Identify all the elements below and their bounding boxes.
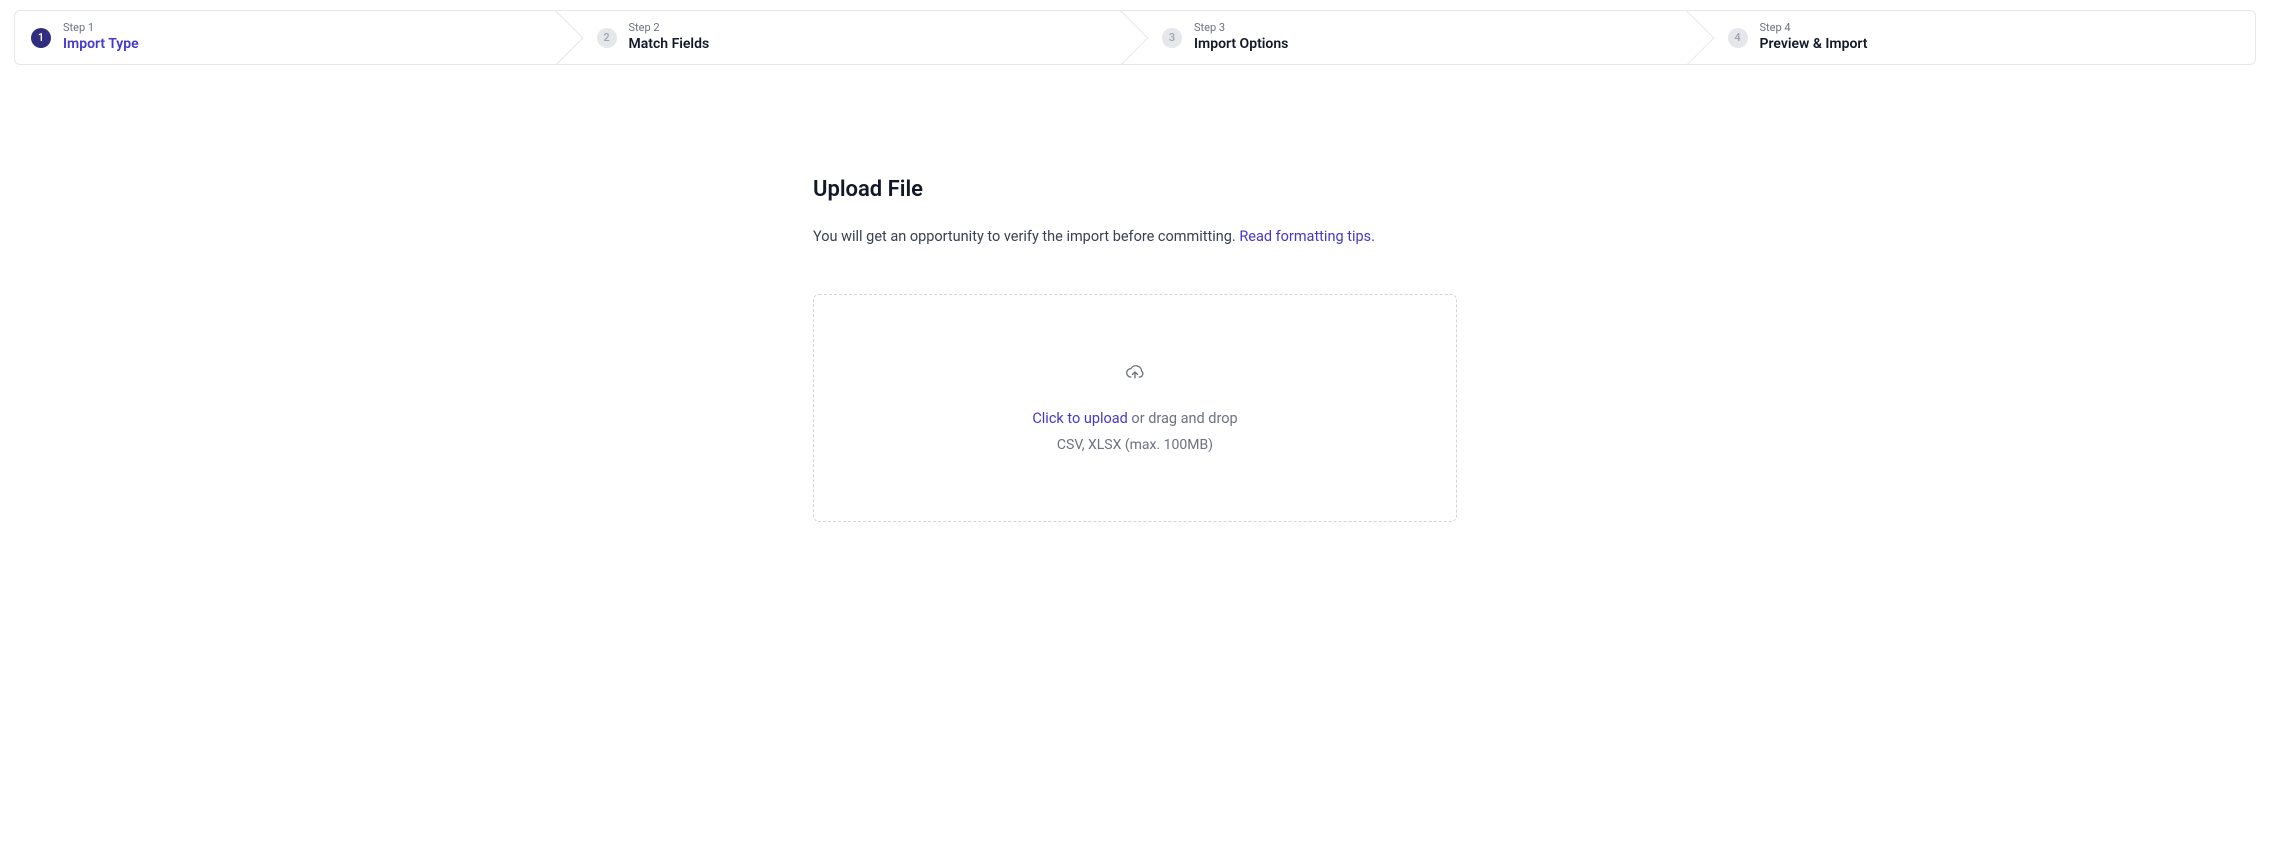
step-preview-import[interactable]: 4 Step 4 Preview & Import [1690,11,2256,64]
upload-cloud-icon [1125,362,1145,382]
step-title: Import Options [1194,35,1288,54]
step-bullet: 4 [1728,28,1748,48]
step-smalllabel: Step 3 [1194,21,1288,35]
file-hint: CSV, XLSX (max. 100MB) [1057,437,1213,453]
step-bullet: 1 [31,28,51,48]
step-title: Match Fields [629,35,710,54]
stepper: 1 Step 1 Import Type 2 Step 2 Match Fiel… [14,10,2256,65]
cta-suffix: or drag and drop [1128,410,1238,427]
step-import-options[interactable]: 3 Step 3 Import Options [1124,11,1690,64]
step-bullet: 2 [597,28,617,48]
click-to-upload-text: Click to upload [1032,410,1128,427]
step-title: Preview & Import [1760,35,1868,54]
description-text: You will get an opportunity to verify th… [813,228,1239,245]
step-import-type[interactable]: 1 Step 1 Import Type [15,11,559,64]
file-dropzone[interactable]: Click to upload or drag and drop CSV, XL… [813,294,1457,522]
formatting-tips-link[interactable]: Read formatting tips [1239,228,1371,245]
step-match-fields[interactable]: 2 Step 2 Match Fields [559,11,1125,64]
dropzone-cta: Click to upload or drag and drop [1032,410,1237,427]
step-smalllabel: Step 4 [1760,21,1868,35]
page-title: Upload File [813,177,1457,202]
step-bullet: 3 [1162,28,1182,48]
description-suffix: . [1371,228,1375,245]
step-smalllabel: Step 2 [629,21,710,35]
upload-description: You will get an opportunity to verify th… [813,226,1457,248]
step-smalllabel: Step 1 [63,21,139,35]
step-title: Import Type [63,35,139,54]
